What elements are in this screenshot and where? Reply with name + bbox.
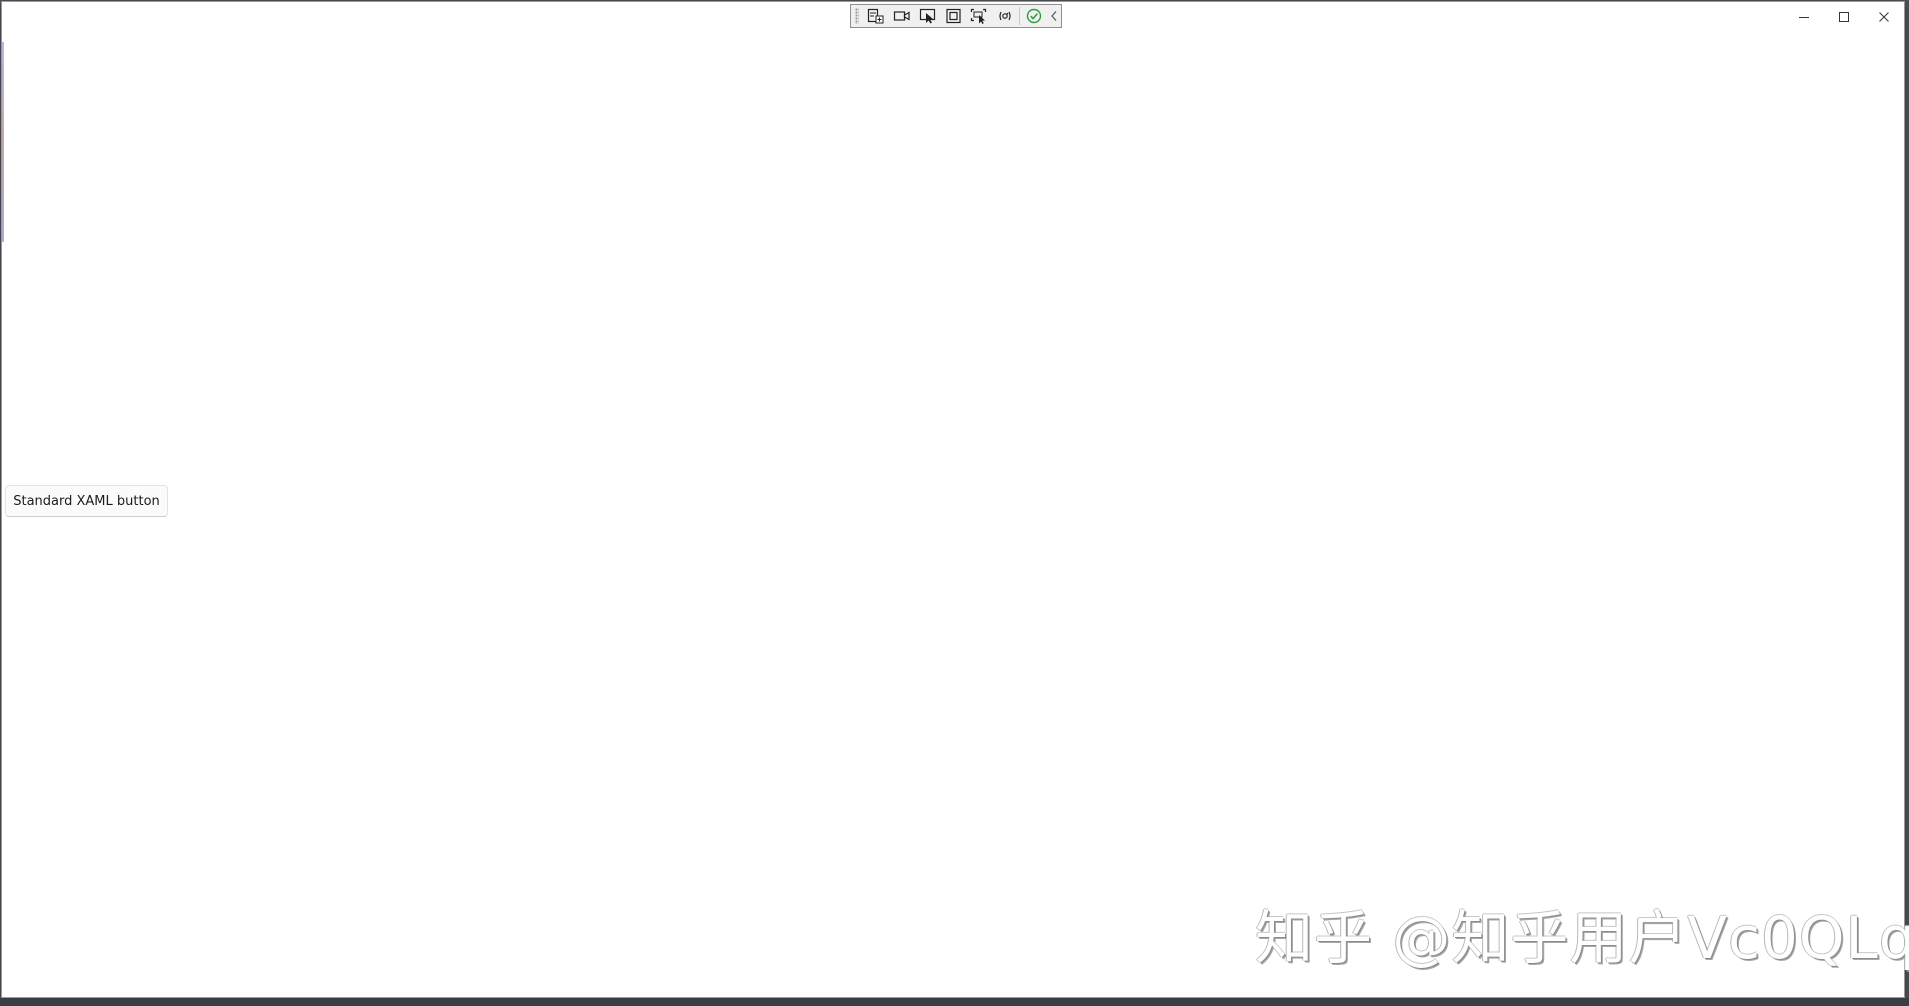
live-visual-tree-icon [867, 8, 884, 24]
close-button[interactable] [1864, 2, 1904, 32]
caption-buttons [1784, 2, 1904, 32]
select-element-button[interactable] [915, 5, 941, 27]
track-focused-element-button[interactable] [966, 5, 992, 27]
accessibility-check-button[interactable] [1021, 5, 1047, 27]
maximize-button[interactable] [1824, 2, 1864, 32]
close-icon [1879, 12, 1889, 22]
minimize-button[interactable] [1784, 2, 1824, 32]
desktop: Standard XAML button 知乎 @知乎用户Vc0QLq [0, 0, 1909, 1006]
left-edge-mark [2, 42, 4, 242]
chevron-left-icon [1051, 11, 1057, 21]
collapse-toolbar-button[interactable] [1047, 5, 1061, 27]
minimize-icon [1799, 17, 1809, 18]
taskbar-strip [0, 998, 1909, 1006]
layout-adorner-icon [945, 8, 961, 24]
record-button[interactable] [889, 5, 915, 27]
app-window: Standard XAML button 知乎 @知乎用户Vc0QLq [1, 1, 1909, 998]
maximize-icon [1839, 12, 1849, 22]
binding-icon [999, 11, 1011, 21]
standard-xaml-button[interactable]: Standard XAML button [5, 485, 168, 517]
video-camera-icon [893, 11, 910, 21]
toolbar-separator [1019, 7, 1021, 25]
select-element-icon [919, 8, 935, 24]
live-visual-tree-button[interactable] [863, 5, 889, 27]
binding-failures-button[interactable] [992, 5, 1018, 27]
display-layout-adorners-button[interactable] [941, 5, 967, 27]
check-circle-icon [1026, 8, 1042, 24]
watermark-text: 知乎 @知乎用户Vc0QLq [1255, 904, 1909, 972]
toolbar-grip[interactable] [855, 8, 859, 24]
xaml-debug-toolbar [850, 4, 1062, 28]
track-focus-icon [971, 8, 987, 24]
